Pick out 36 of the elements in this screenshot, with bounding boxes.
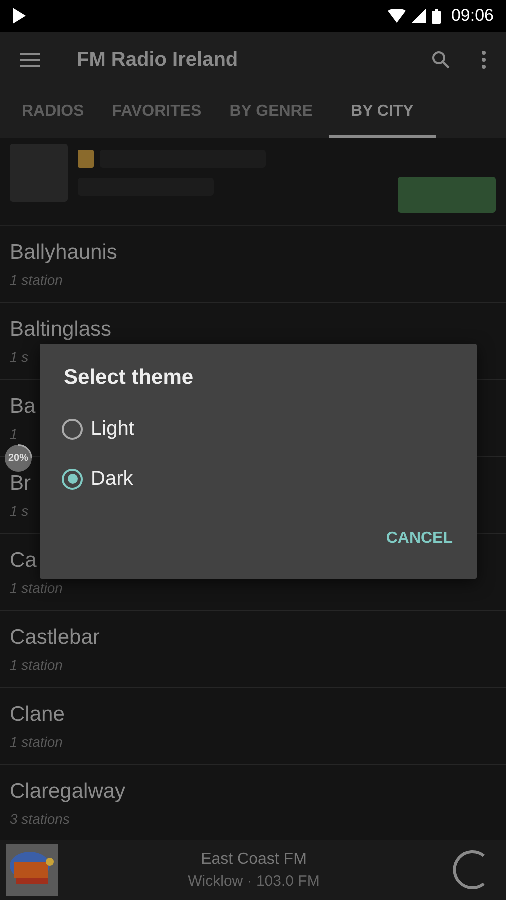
- city-name[interactable]: Claregalway: [10, 779, 126, 805]
- signal-icon: [412, 9, 426, 23]
- progress-badge: 20%: [5, 445, 32, 472]
- station-details: Wicklow · 103.0 FM: [188, 872, 320, 890]
- play-icon: [12, 8, 26, 24]
- station-count: 1 s: [10, 503, 29, 519]
- app-title: FM Radio Ireland: [77, 48, 240, 72]
- station-count: 1: [10, 426, 18, 442]
- tab[interactable]: BY CITY: [329, 88, 436, 138]
- clock-time: 09:06: [451, 6, 494, 26]
- city-name[interactable]: Ballyhaunis: [10, 240, 118, 266]
- city-name[interactable]: Clane: [10, 702, 65, 728]
- city-name[interactable]: Br: [10, 471, 31, 497]
- city-name[interactable]: Ba: [10, 394, 36, 420]
- station-count: 1 s: [10, 349, 29, 365]
- city-name[interactable]: Baltinglass: [10, 317, 112, 343]
- cancel-button[interactable]: CANCEL: [386, 522, 453, 556]
- dialog-title: Select theme: [64, 366, 194, 390]
- station-count: 1 station: [10, 734, 63, 750]
- station-count: 1 station: [10, 272, 63, 288]
- search-icon[interactable]: [432, 51, 450, 69]
- wifi-icon: [388, 9, 406, 23]
- option-label[interactable]: Light: [91, 418, 134, 440]
- option-label[interactable]: Dark: [91, 468, 134, 490]
- radio-button[interactable]: [62, 418, 83, 440]
- station-count: 1 station: [10, 580, 63, 596]
- radio-button[interactable]: [62, 468, 83, 490]
- station-count: 3 stations: [10, 811, 70, 827]
- city-name[interactable]: Ca: [10, 548, 37, 574]
- battery-icon: [432, 8, 442, 24]
- ad-badge-icon: [78, 150, 94, 168]
- station-count: 1 station: [10, 657, 63, 673]
- city-name[interactable]: Castlebar: [10, 625, 100, 651]
- station-name: East Coast FM: [201, 850, 307, 868]
- menu-icon[interactable]: [20, 52, 40, 68]
- more-icon[interactable]: [482, 51, 486, 69]
